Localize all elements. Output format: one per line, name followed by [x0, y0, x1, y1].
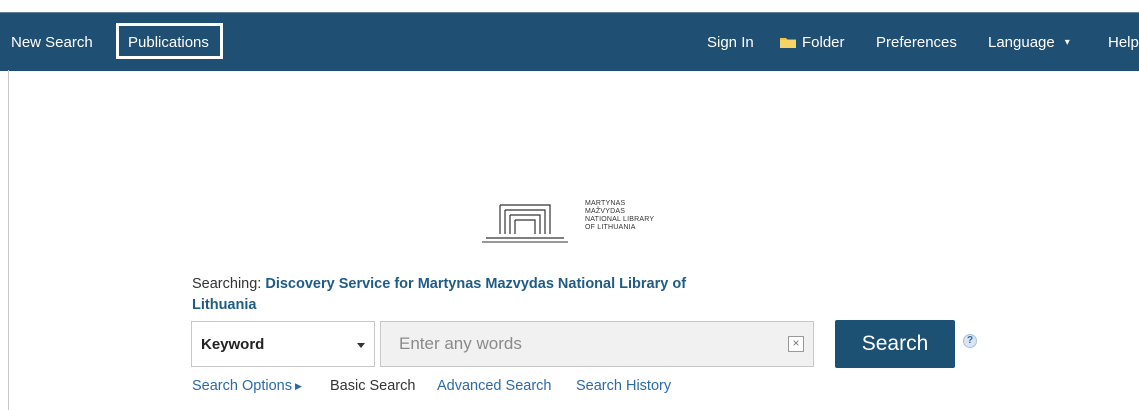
searching-label: Searching: — [192, 276, 262, 292]
top-nav-bar: New Search Publications Sign In Folder P… — [0, 12, 1139, 71]
library-logo-text: MARTYNAS MAŽVYDAS NATIONAL LIBRARY OF LI… — [585, 200, 654, 232]
logo-line-2: MAŽVYDAS — [585, 208, 626, 215]
search-button[interactable]: Search — [835, 320, 955, 368]
triangle-right-icon: ▶ — [294, 381, 302, 391]
nav-preferences[interactable]: Preferences — [876, 34, 957, 51]
search-history-link[interactable]: Search History — [576, 378, 671, 394]
question-icon[interactable]: ? — [963, 334, 977, 348]
nav-new-search[interactable]: New Search — [11, 34, 93, 51]
close-icon[interactable]: × — [788, 336, 804, 352]
nav-publications[interactable]: Publications — [128, 34, 209, 51]
search-field-select[interactable]: Keyword — [191, 321, 375, 367]
nav-folder[interactable]: Folder — [802, 34, 845, 51]
logo-line-3: NATIONAL LIBRARY — [585, 216, 655, 223]
logo-line-4: OF LITHUANIA — [585, 224, 636, 231]
nav-sign-in[interactable]: Sign In — [707, 34, 754, 51]
nav-language-label: Language — [988, 34, 1055, 51]
search-options-label: Search Options — [192, 378, 292, 394]
caret-down-icon — [357, 343, 365, 348]
logo-line-1: MARTYNAS — [585, 200, 626, 207]
nav-help[interactable]: Help — [1108, 34, 1139, 51]
database-name: Discovery Service for Martynas Mazvydas … — [192, 276, 687, 313]
nav-language[interactable]: Language ▾ — [988, 34, 1070, 51]
chevron-down-icon: ▾ — [1064, 37, 1070, 48]
advanced-search-link[interactable]: Advanced Search — [437, 378, 551, 394]
searching-info: Searching: Discovery Service for Martyna… — [192, 274, 752, 316]
folder-icon[interactable] — [780, 36, 796, 48]
search-options-link[interactable]: Search Options ▶ — [192, 378, 302, 394]
search-input[interactable] — [380, 321, 814, 367]
basic-search-label: Basic Search — [330, 378, 416, 394]
search-field-select-value: Keyword — [201, 336, 265, 353]
